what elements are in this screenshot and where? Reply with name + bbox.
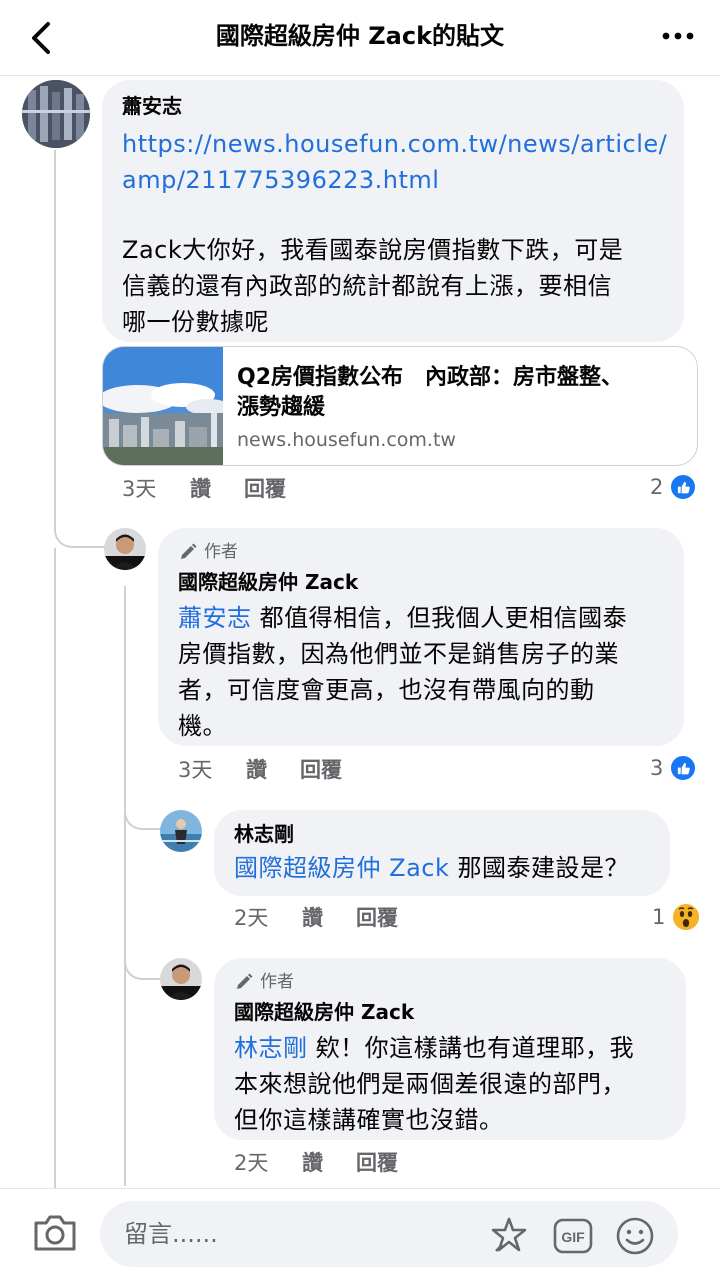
text-line: Zack大你好，我看國泰說房價指數下跌，可是 xyxy=(122,236,624,264)
text-fragment: 欸！你這樣講也有道理耶，我 xyxy=(307,1034,635,1062)
comment-author[interactable]: 國際超級房仲 Zack xyxy=(178,568,664,596)
thread-line-main-lower xyxy=(54,548,56,1188)
sticker-icon[interactable] xyxy=(488,1215,530,1257)
comment-text: 林志剛 欸！你這樣講也有道理耶，我 本來想說他們是兩個差很遠的部門， 但你這樣講… xyxy=(234,1030,666,1138)
reply-action[interactable]: 回覆 xyxy=(356,903,398,933)
text-line: 本來想說他們是兩個差很遠的部門， xyxy=(234,1070,626,1098)
wow-icon xyxy=(671,902,702,932)
comment-composer: 留言...... GIF xyxy=(0,1188,720,1280)
comment-time: 2天 xyxy=(234,1151,269,1175)
like-action[interactable]: 讚 xyxy=(246,755,300,785)
thread-line-replies xyxy=(124,586,126,1186)
back-chevron-icon[interactable] xyxy=(22,18,62,58)
comment-time: 2天 xyxy=(234,906,269,930)
preview-title-line[interactable]: Q2房價指數公布 內政部：房市盤整、 xyxy=(237,363,683,393)
text-line: 機。 xyxy=(178,712,227,740)
like-action[interactable]: 讚 xyxy=(302,903,356,933)
reply-action[interactable]: 回覆 xyxy=(356,1148,398,1178)
preview-thumbnail[interactable] xyxy=(103,347,230,465)
thread-connector-reply-1 xyxy=(124,790,162,830)
comment-placeholder: 留言...... xyxy=(124,1220,218,1248)
comment-text: 國際超級房仲 Zack 那國泰建設是？ xyxy=(234,850,650,886)
mention-link[interactable]: 國際超級房仲 Zack xyxy=(234,854,449,882)
reaction-summary[interactable]: 3 xyxy=(650,754,698,782)
comment-meta: 2天 讚 回覆 xyxy=(234,1148,398,1178)
text-line: 哪一份數據呢 xyxy=(122,308,269,336)
comment-text: Zack大你好，我看國泰說房價指數下跌，可是 信義的還有內政部的統計都說有上漲，… xyxy=(122,232,664,340)
like-icon xyxy=(669,754,698,782)
text-line: 信義的還有內政部的統計都說有上漲，要相信 xyxy=(122,272,612,300)
page-title: 國際超級房仲 Zack的貼文 xyxy=(215,22,505,50)
top-bar: 國際超級房仲 Zack的貼文 xyxy=(0,0,720,76)
mention-link[interactable]: 蕭安志 xyxy=(178,604,252,632)
preview-title-line[interactable]: 漲勢趨緩 xyxy=(237,393,683,423)
comment-input[interactable]: 留言...... GIF xyxy=(100,1201,678,1267)
reaction-count: 3 xyxy=(650,756,664,780)
comment-text: 蕭安志 都值得相信，但我個人更相信國泰 房價指數，因為他們並不是銷售房子的業 者… xyxy=(178,600,664,744)
emoji-icon[interactable] xyxy=(614,1215,656,1257)
reply-action[interactable]: 回覆 xyxy=(244,474,286,504)
reaction-summary[interactable]: 1 xyxy=(652,902,702,932)
text-line: 者，可信度會更高，也沒有帶風向的動 xyxy=(178,676,595,704)
thread-line-main xyxy=(54,150,56,530)
pen-icon xyxy=(181,543,197,559)
text-line: 蕭安志 都值得相信，但我個人更相信國泰 xyxy=(178,600,664,636)
author-badge: 作者 xyxy=(178,540,664,564)
comment-author[interactable]: 林志剛 xyxy=(234,820,650,848)
text-fragment: 都值得相信，但我個人更相信國泰 xyxy=(251,604,628,632)
comment-bubble: 林志剛 國際超級房仲 Zack 那國泰建設是？ xyxy=(214,810,670,896)
author-badge: 作者 xyxy=(234,970,666,994)
reply-action[interactable]: 回覆 xyxy=(300,755,342,785)
comment-author[interactable]: 國際超級房仲 Zack xyxy=(234,998,666,1026)
text-line: 房價指數，因為他們並不是銷售房子的業 xyxy=(178,640,619,668)
more-dots-icon[interactable] xyxy=(660,22,696,50)
thread-connector xyxy=(54,500,106,548)
comment-meta: 3天 讚 回覆 xyxy=(122,474,286,504)
reaction-count: 1 xyxy=(652,905,666,929)
reaction-count: 2 xyxy=(650,475,664,499)
mention-link[interactable]: 林志剛 xyxy=(234,1034,308,1062)
thread-connector-reply-2 xyxy=(124,940,162,980)
avatar[interactable] xyxy=(160,810,202,852)
link-line[interactable]: amp/211775396223.html xyxy=(122,162,664,198)
link-line[interactable]: https://news.housefun.com.tw/news/articl… xyxy=(122,126,667,162)
preview-title[interactable]: Q2房價指數公布 內政部：房市盤整、 漲勢趨緩 xyxy=(237,363,683,423)
author-tag-label: 作者 xyxy=(204,542,238,562)
comment-bubble: 作者 國際超級房仲 Zack 林志剛 欸！你這樣講也有道理耶，我 本來想說他們是… xyxy=(214,958,686,1140)
author-tag-label: 作者 xyxy=(260,972,294,992)
like-icon xyxy=(669,473,698,501)
camera-icon[interactable] xyxy=(32,1213,78,1253)
comment-time: 3天 xyxy=(122,477,157,501)
comment-link[interactable]: https://news.housefun.com.tw/news/articl… xyxy=(122,126,667,198)
gif-icon[interactable]: GIF xyxy=(552,1215,594,1257)
like-action[interactable]: 讚 xyxy=(190,474,244,504)
avatar[interactable] xyxy=(104,528,146,570)
text-line: 林志剛 欸！你這樣講也有道理耶，我 xyxy=(234,1030,666,1066)
comment-bubble: 作者 國際超級房仲 Zack 蕭安志 都值得相信，但我個人更相信國泰 房價指數，… xyxy=(158,528,684,746)
pen-icon xyxy=(237,973,253,989)
avatar[interactable] xyxy=(22,80,90,148)
like-action[interactable]: 讚 xyxy=(302,1148,356,1178)
comment-author[interactable]: 蕭安志 xyxy=(122,92,664,120)
reaction-summary[interactable]: 2 xyxy=(650,473,698,501)
svg-text:GIF: GIF xyxy=(561,1229,585,1245)
comment-meta: 3天 讚 回覆 xyxy=(178,755,342,785)
preview-domain: news.housefun.com.tw xyxy=(237,429,456,451)
text-fragment: 那國泰建設是？ xyxy=(449,854,630,882)
avatar[interactable] xyxy=(160,958,202,1000)
link-preview-card[interactable]: Q2房價指數公布 內政部：房市盤整、 漲勢趨緩 news.housefun.co… xyxy=(102,346,698,466)
text-line: 但你這樣講確實也沒錯。 xyxy=(234,1106,504,1134)
comment-meta: 2天 讚 回覆 xyxy=(234,903,398,933)
comment-time: 3天 xyxy=(178,758,213,782)
comment-bubble: 蕭安志 https://news.housefun.com.tw/news/ar… xyxy=(102,80,684,342)
